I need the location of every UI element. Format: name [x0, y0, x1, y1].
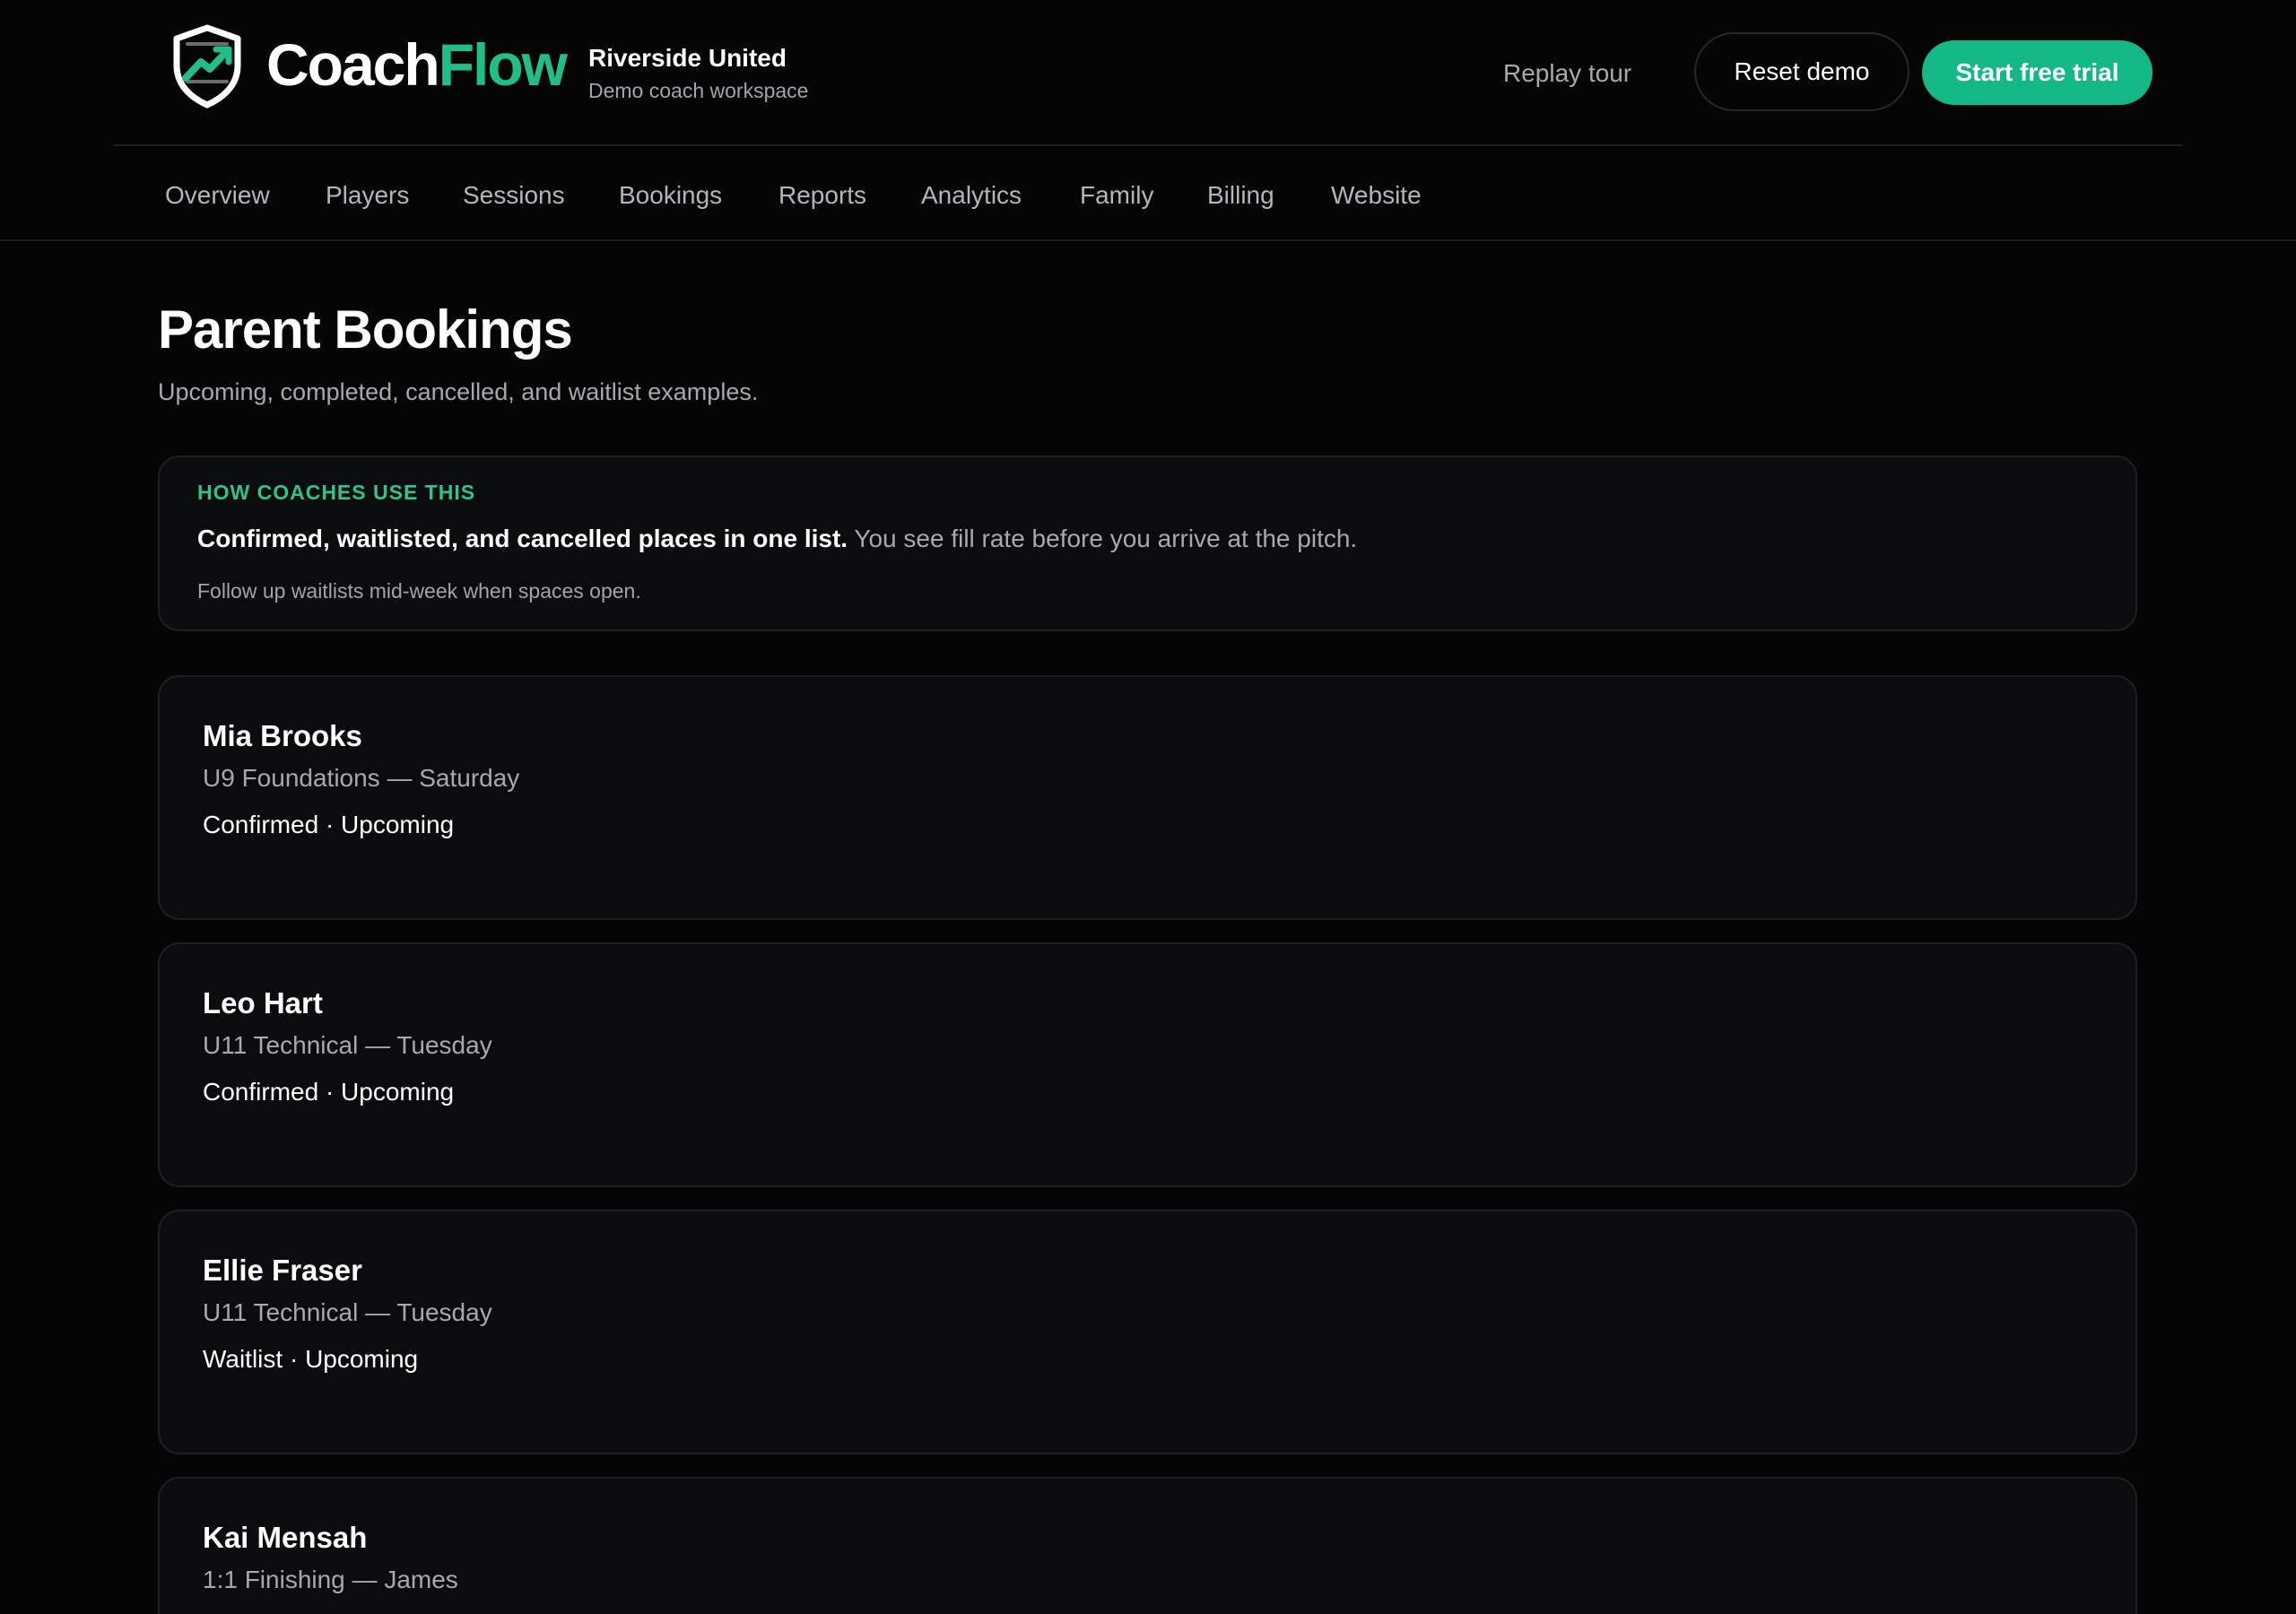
booking-player-name: Mia Brooks [203, 719, 362, 752]
booking-card[interactable]: Ellie Fraser U11 Technical — Tuesday Wai… [158, 1210, 2137, 1454]
booking-status: Waitlist · Upcoming [203, 1345, 419, 1373]
booking-player-name: Ellie Fraser [203, 1254, 362, 1287]
booking-card[interactable]: Kai Mensah 1:1 Finishing — James [158, 1477, 2137, 1614]
booking-status: Confirmed · Upcoming [203, 811, 455, 838]
nav-item-analytics[interactable]: Analytics [921, 177, 1022, 214]
nav-item-players[interactable]: Players [326, 177, 409, 214]
info-main: Confirmed, waitlisted, and cancelled pla… [197, 524, 1357, 554]
nav-item-overview[interactable]: Overview [165, 177, 270, 214]
app-page: CoachFlow Riverside United Demo coach wo… [0, 0, 2296, 1614]
booking-status: Confirmed · Upcoming [203, 1078, 455, 1106]
nav-item-reports[interactable]: Reports [778, 177, 866, 214]
booking-session: U11 Technical — Tuesday [203, 1031, 492, 1059]
info-note: Follow up waitlists mid-week when spaces… [197, 579, 641, 603]
booking-session: U9 Foundations — Saturday [203, 764, 520, 792]
brand-name-part2: Flow [438, 31, 568, 98]
workspace-subtitle: Demo coach workspace [588, 79, 809, 102]
nav-item-sessions[interactable]: Sessions [463, 177, 565, 214]
info-eyebrow: HOW COACHES USE THIS [197, 481, 476, 504]
top-header: CoachFlow Riverside United Demo coach wo… [114, 0, 2182, 146]
how-coaches-use-card: HOW COACHES USE THIS Confirmed, waitlist… [158, 456, 2137, 631]
reset-demo-button[interactable]: Reset demo [1694, 32, 1909, 111]
start-free-trial-button[interactable]: Start free trial [1922, 40, 2152, 105]
main-nav: Overview Players Sessions Bookings Repor… [0, 148, 2296, 241]
nav-item-website[interactable]: Website [1331, 177, 1422, 214]
nav-item-billing[interactable]: Billing [1207, 177, 1274, 214]
brand-name-part1: Coach [266, 31, 440, 98]
booking-player-name: Leo Hart [203, 986, 323, 1020]
booking-card[interactable]: Leo Hart U11 Technical — Tuesday Confirm… [158, 942, 2137, 1187]
replay-tour-button[interactable]: Replay tour [1503, 50, 1631, 97]
shield-trend-icon[interactable] [171, 24, 243, 108]
org-name: Riverside United [588, 44, 787, 72]
info-body: You see fill rate before you arrive at t… [854, 525, 1358, 552]
nav-item-family[interactable]: Family [1080, 177, 1153, 214]
booking-session: 1:1 Finishing — James [203, 1566, 458, 1593]
page-subtitle: Upcoming, completed, cancelled, and wait… [158, 378, 759, 405]
booking-card[interactable]: Mia Brooks U9 Foundations — Saturday Con… [158, 675, 2137, 920]
page-title: Parent Bookings [158, 299, 573, 360]
info-headline: Confirmed, waitlisted, and cancelled pla… [197, 525, 848, 552]
booking-player-name: Kai Mensah [203, 1521, 368, 1554]
brand-wordmark[interactable]: CoachFlow [266, 30, 568, 99]
booking-session: U11 Technical — Tuesday [203, 1298, 492, 1326]
nav-item-bookings[interactable]: Bookings [619, 177, 722, 214]
